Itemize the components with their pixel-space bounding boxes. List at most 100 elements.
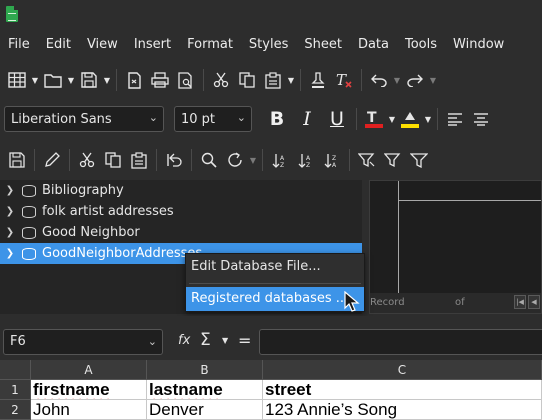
align-center-icon[interactable] [468,106,494,132]
record-label: Record [370,297,405,308]
toolbar-separator [191,149,192,171]
font-name-combo[interactable]: Liberation Sans ⌄ [4,106,164,132]
filter-icon[interactable] [406,147,432,173]
copy-icon[interactable] [100,147,126,173]
cell-b1[interactable]: lastname [147,380,263,400]
row-header-2[interactable]: 2 [0,400,31,420]
datasource-item-folk-artist-addresses[interactable]: ❯ folk artist addresses [0,201,362,222]
chevron-down-icon[interactable]: ⌄ [148,330,157,354]
redo-dropdown-arrow[interactable]: ▼ [428,67,438,93]
font-color-dropdown-arrow[interactable]: ▼ [387,106,397,132]
highlight-color-icon[interactable] [397,106,423,132]
underline-button[interactable]: U [322,105,352,133]
cut-icon[interactable] [208,67,234,93]
save-dropdown-arrow[interactable]: ▼ [102,67,112,93]
name-box[interactable]: F6 ⌄ [3,329,163,355]
menu-sheet[interactable]: Sheet [296,37,350,52]
previous-record-icon[interactable]: ◀ [528,295,540,309]
menu-data[interactable]: Data [350,37,397,52]
formula-icon[interactable]: = [238,331,251,350]
highlight-dropdown-arrow[interactable]: ▼ [423,106,433,132]
toolbar-separator [69,149,70,171]
undo-dropdown-arrow[interactable]: ▼ [392,67,402,93]
preview-grid-line [398,181,399,293]
standard-filter-icon[interactable] [380,147,406,173]
cell-a2[interactable]: John [31,400,147,420]
chevron-right-icon[interactable]: ❯ [2,227,18,238]
chevron-right-icon[interactable]: ❯ [2,248,18,259]
find-record-icon[interactable] [196,147,222,173]
cell-text: lastname [149,380,223,399]
cell-reference: F6 [10,334,26,349]
clone-formatting-icon[interactable] [305,67,331,93]
menu-item-registered-databases[interactable]: Registered databases ... [186,287,364,311]
column-header-a[interactable]: A [31,360,147,380]
print-icon[interactable] [147,67,173,93]
menu-insert[interactable]: Insert [126,37,179,52]
formula-input[interactable] [259,329,542,355]
font-color-icon[interactable]: T [361,106,387,132]
menu-file[interactable]: File [0,37,38,52]
autofilter-icon[interactable] [354,147,380,173]
refresh-dropdown-arrow[interactable]: ▼ [248,147,258,173]
row-header-1[interactable]: 1 [0,380,31,400]
copy-icon[interactable] [234,67,260,93]
refresh-icon[interactable] [222,147,248,173]
formula-bar: F6 ⌄ fx Σ ▼ = [0,328,542,356]
undo-icon[interactable] [366,67,392,93]
new-dropdown-arrow[interactable]: ▼ [30,67,40,93]
font-size-combo[interactable]: 10 pt ⌄ [174,106,252,132]
save-record-icon[interactable] [4,147,30,173]
menu-item-edit-database-file[interactable]: Edit Database File... [186,255,364,279]
cut-icon[interactable] [74,147,100,173]
cell-a1[interactable]: firstname [31,380,147,400]
clear-formatting-icon[interactable]: T [331,67,357,93]
italic-button[interactable]: I [292,105,322,133]
paste-dropdown-arrow[interactable]: ▼ [286,67,296,93]
cell-b2[interactable]: Denver [147,400,263,420]
menu-window[interactable]: Window [445,37,512,52]
datasource-item-good-neighbor[interactable]: ❯ Good Neighbor [0,222,362,243]
export-pdf-icon[interactable] [121,67,147,93]
menu-view[interactable]: View [79,37,126,52]
save-icon[interactable] [76,67,102,93]
function-wizard-icon[interactable]: fx [178,333,190,348]
chevron-right-icon[interactable]: ❯ [2,185,18,196]
menu-tools[interactable]: Tools [397,37,445,52]
paste-icon[interactable] [126,147,152,173]
sort-ascending-icon[interactable]: AZ [293,147,319,173]
datasource-label: Bibliography [42,183,124,198]
sort-descending-icon[interactable]: ZA [319,147,345,173]
sort-icon[interactable]: AZ [267,147,293,173]
datasource-item-bibliography[interactable]: ❯ Bibliography [0,180,362,201]
first-record-icon[interactable]: |◀ [514,295,526,309]
chevron-down-icon: ⌄ [236,111,246,124]
align-left-icon[interactable] [442,106,468,132]
select-all-corner[interactable] [0,360,31,380]
column-header-c[interactable]: C [263,360,542,380]
undo-record-icon[interactable] [161,147,187,173]
font-size-value: 10 pt [181,111,216,127]
paste-icon[interactable] [260,67,286,93]
cell-c1[interactable]: street [263,380,542,400]
menu-edit[interactable]: Edit [38,37,79,52]
chevron-right-icon[interactable]: ❯ [2,206,18,217]
open-folder-icon[interactable] [40,67,66,93]
sum-dropdown-arrow[interactable]: ▼ [222,336,228,345]
bold-button[interactable]: B [262,105,292,133]
menu-format[interactable]: Format [179,37,241,52]
menu-styles[interactable]: Styles [241,37,296,52]
panel-splitter[interactable] [0,316,542,326]
formatting-toolbar: Liberation Sans ⌄ 10 pt ⌄ B I U T ▼ ▼ [0,100,542,138]
preview-grid-line [398,200,541,201]
new-document-icon[interactable] [4,67,30,93]
redo-icon[interactable] [402,67,428,93]
column-header-b[interactable]: B [147,360,263,380]
print-preview-icon[interactable] [173,67,199,93]
svg-text:Z: Z [280,162,284,169]
sum-icon[interactable]: Σ [200,330,211,350]
standard-toolbar: ▼ ▼ ▼ ▼ T ▼ ▼ [0,62,542,98]
cell-c2[interactable]: 123 Annie’s Song [263,400,542,420]
edit-data-icon[interactable] [39,147,65,173]
open-dropdown-arrow[interactable]: ▼ [66,67,76,93]
